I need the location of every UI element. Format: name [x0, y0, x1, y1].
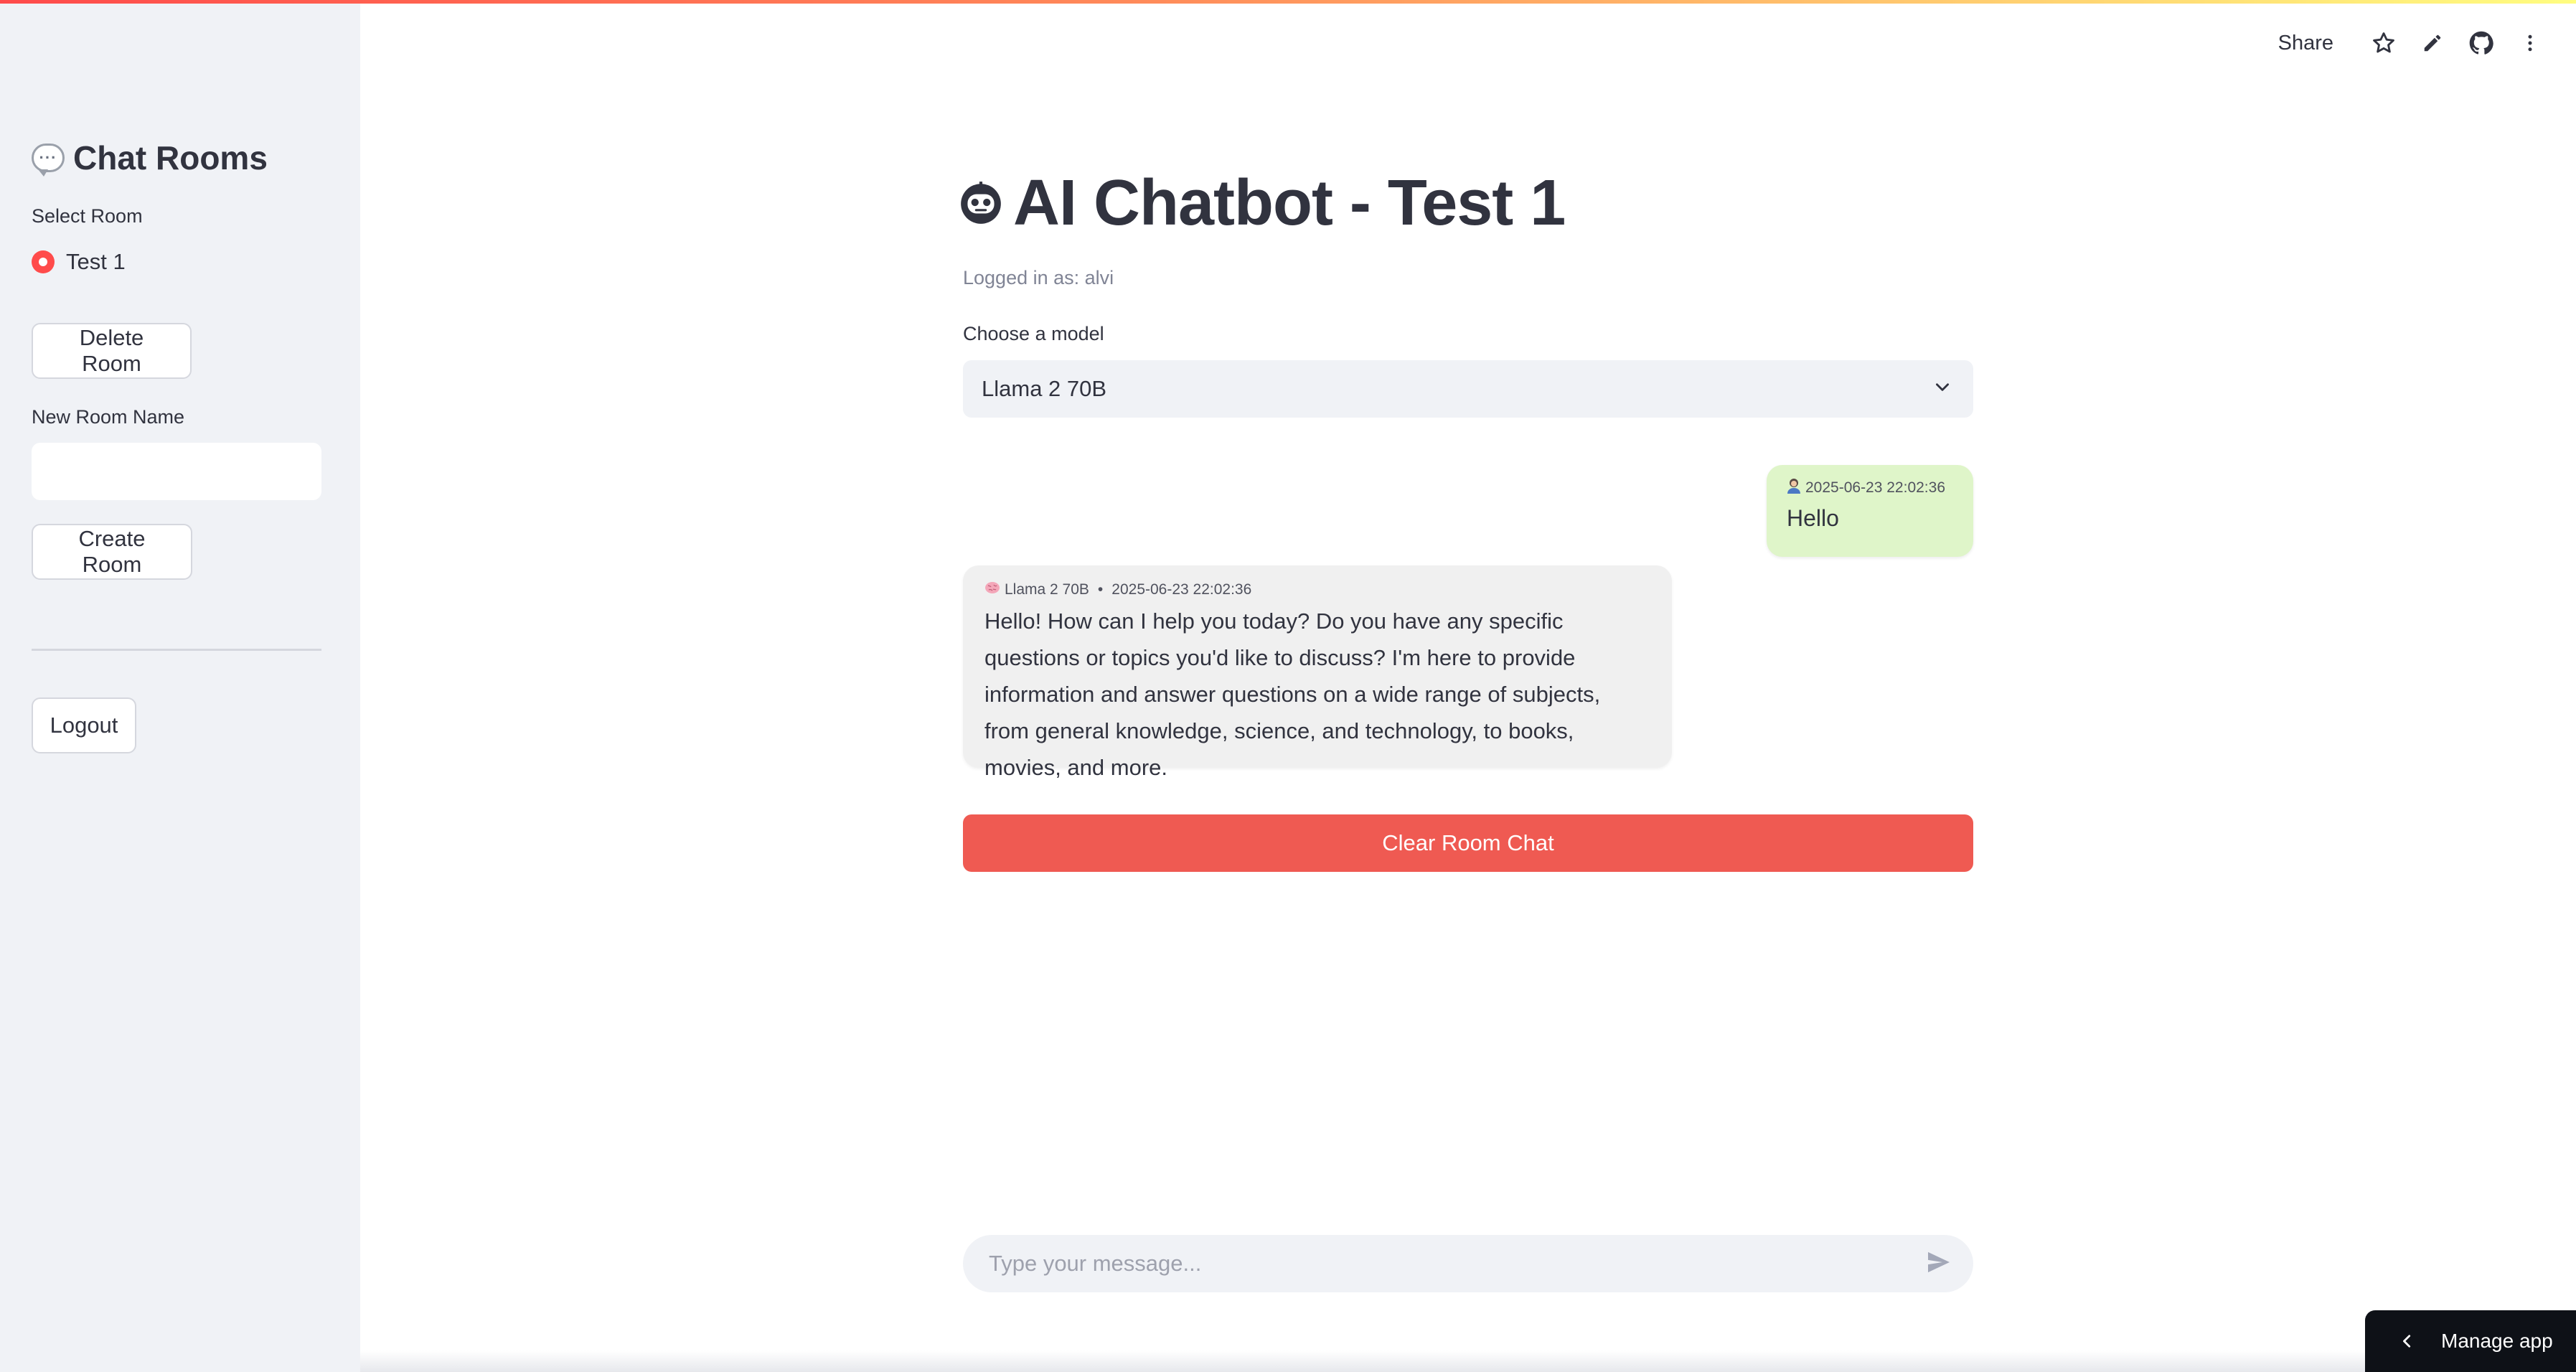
- new-room-name-label: New Room Name: [32, 406, 185, 428]
- meta-separator: •: [1097, 581, 1104, 598]
- page-title-text: AI Chatbot - Test 1: [1013, 166, 1566, 239]
- room-radio-label: Test 1: [66, 249, 126, 274]
- select-room-label: Select Room: [32, 205, 143, 227]
- assistant-message-text: Hello! How can I help you today? Do you …: [984, 609, 1601, 780]
- star-icon[interactable]: [2359, 22, 2408, 65]
- logged-in-text: Logged in as: alvi: [963, 267, 1114, 288]
- user-avatar-icon: [1787, 478, 1801, 498]
- brain-icon: [984, 581, 1000, 598]
- model-select[interactable]: Llama 2 70B: [963, 360, 1973, 418]
- manage-app-label: Manage app: [2441, 1330, 2553, 1352]
- more-vertical-icon[interactable]: [2506, 22, 2554, 65]
- room-radio-test-1[interactable]: Test 1: [32, 245, 126, 278]
- chat-message-input[interactable]: [987, 1250, 1848, 1277]
- send-icon[interactable]: [1924, 1248, 1953, 1280]
- sidebar: ··· Chat Rooms Select Room Test 1 Delete…: [0, 0, 360, 1372]
- app-toolbar: Share: [2278, 22, 2554, 65]
- clear-room-chat-button[interactable]: Clear Room Chat: [963, 814, 1973, 872]
- speech-bubble-icon: ···: [32, 144, 65, 177]
- sidebar-title-text: Chat Rooms: [73, 139, 268, 177]
- top-decoration-bar: [0, 0, 2576, 4]
- user-message-meta: 2025-06-23 22:02:36: [1787, 478, 1953, 498]
- user-message: 2025-06-23 22:02:36 Hello: [1767, 465, 1973, 557]
- assistant-model-name: Llama 2 70B: [1005, 581, 1089, 598]
- assistant-message-timestamp: 2025-06-23 22:02:36: [1111, 581, 1252, 598]
- new-room-name-input[interactable]: [32, 443, 321, 500]
- share-button[interactable]: Share: [2278, 32, 2333, 55]
- page-title: AI Chatbot - Test 1: [957, 164, 1566, 243]
- sidebar-divider: [32, 649, 321, 651]
- model-select-value: Llama 2 70B: [982, 376, 1107, 401]
- user-message-timestamp: 2025-06-23 22:02:36: [1805, 479, 1945, 496]
- chevron-left-icon: [2399, 1333, 2415, 1350]
- robot-icon: [957, 179, 1005, 227]
- delete-room-button[interactable]: Delete Room: [32, 323, 192, 379]
- logout-button[interactable]: Logout: [32, 697, 136, 753]
- user-message-text: Hello: [1787, 505, 1839, 531]
- assistant-message: Llama 2 70B • 2025-06-23 22:02:36 Hello!…: [963, 565, 1672, 780]
- radio-selected-icon[interactable]: [32, 250, 55, 273]
- assistant-message-meta: Llama 2 70B • 2025-06-23 22:02:36: [984, 581, 1650, 598]
- manage-app-button[interactable]: Manage app: [2365, 1310, 2576, 1372]
- create-room-button[interactable]: Create Room: [32, 524, 192, 580]
- sidebar-title: ··· Chat Rooms: [32, 135, 268, 181]
- edit-pencil-icon[interactable]: [2408, 22, 2457, 65]
- model-select-label: Choose a model: [963, 323, 1104, 344]
- chat-input-bar: [963, 1235, 1973, 1292]
- github-icon[interactable]: [2457, 22, 2506, 65]
- chevron-down-icon: [1933, 376, 1952, 402]
- bottom-fade: [360, 1350, 2576, 1372]
